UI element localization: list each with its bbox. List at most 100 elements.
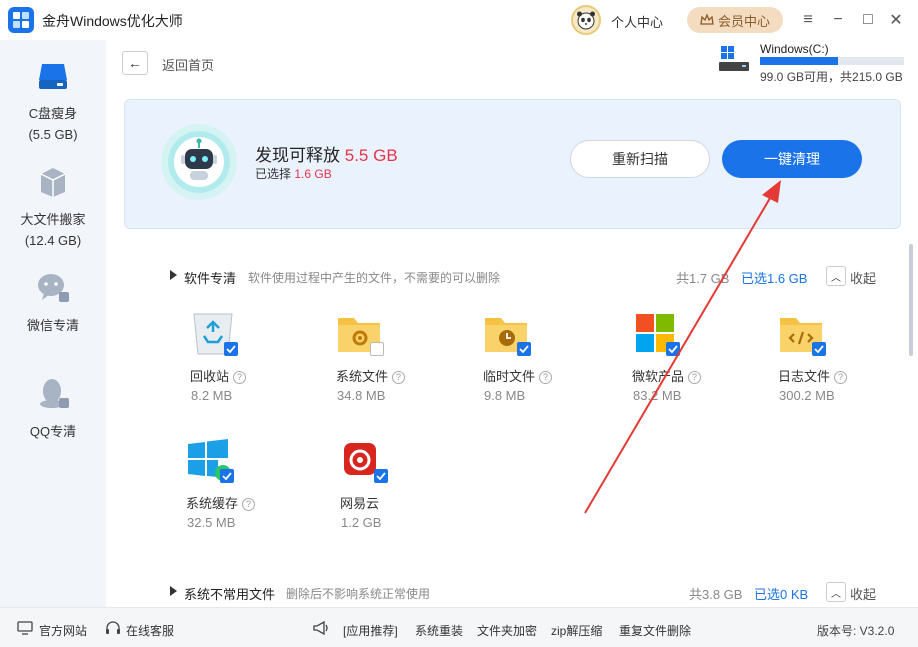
drive-info: 99.0 GB可用，共215.0 GB xyxy=(760,70,903,84)
rescan-button[interactable]: 重新扫描 xyxy=(570,140,710,178)
checkbox[interactable] xyxy=(220,469,234,483)
headset-icon xyxy=(106,621,120,634)
sidebar-item-label: 大文件搬家 xyxy=(20,212,86,227)
drive-usage-fill xyxy=(760,57,838,65)
arrow-left-icon: ← xyxy=(128,55,142,71)
box-icon xyxy=(40,168,66,197)
back-home-link[interactable]: 返回首页 xyxy=(162,55,214,74)
panda-icon xyxy=(577,11,595,30)
item-size: 34.8 MB xyxy=(337,388,386,403)
checkbox[interactable] xyxy=(374,469,388,483)
help-icon[interactable]: ? xyxy=(834,371,848,384)
checkbox[interactable] xyxy=(666,342,680,356)
sidebar-item-wechat[interactable]: 微信专清 xyxy=(0,270,106,336)
footer-link-zip[interactable]: zip解压缩 xyxy=(551,622,602,639)
collapse-button[interactable]: ︿ xyxy=(826,582,846,602)
checkbox[interactable] xyxy=(370,342,384,356)
help-icon[interactable]: ? xyxy=(688,371,702,384)
footer-link-duplicate-files[interactable]: 重复文件删除 xyxy=(619,622,691,639)
online-service-link[interactable]: 在线客服 xyxy=(126,622,174,639)
close-icon[interactable]: ✕ xyxy=(886,10,906,30)
section-header-system-unused[interactable]: 系统不常用文件 删除后不影响系统正常使用 共3.8 GB 已选0 KB ︿ 收起 xyxy=(106,582,906,602)
section-header-software[interactable]: 软件专清 软件使用过程中产生的文件，不需要的可以删除 共1.7 GB 已选1.6… xyxy=(106,266,906,286)
app-title: 金舟Windows优化大师 xyxy=(42,13,183,29)
section-selected: 已选0 KB xyxy=(754,587,809,602)
app-recommend-label: [应用推荐] xyxy=(343,624,398,638)
item-name: 系统文件? xyxy=(336,366,406,385)
maximize-icon[interactable]: □ xyxy=(858,10,878,30)
app-logo-icon xyxy=(8,7,34,33)
windows-drive-icon xyxy=(719,46,749,71)
sidebar-item-label: C盘瘦身 xyxy=(28,106,78,121)
help-icon[interactable]: ? xyxy=(392,371,406,384)
avatar[interactable] xyxy=(571,5,601,35)
check-icon xyxy=(222,472,232,480)
sidebar-item-qq[interactable]: QQ专清 xyxy=(0,376,106,442)
checkbox[interactable] xyxy=(224,342,238,356)
help-icon[interactable]: ? xyxy=(233,371,247,384)
item-name: 回收站? xyxy=(190,366,247,385)
wechat-icon xyxy=(38,274,69,302)
nav-row: ← 返回首页 Windows(C:) 99.0 GB可用，共215.0 GB xyxy=(106,40,918,96)
sidebar-item-label: QQ专清 xyxy=(29,424,77,439)
chevron-up-icon: ︿ xyxy=(831,272,841,284)
check-icon xyxy=(814,345,824,353)
item-name: 临时文件? xyxy=(483,366,553,385)
footer-link-system-reinstall[interactable]: 系统重装 xyxy=(415,622,463,639)
monitor-icon xyxy=(17,621,33,635)
item-size: 9.8 MB xyxy=(484,388,526,403)
section-title: 系统不常用文件 xyxy=(184,587,276,602)
triangle-right-icon xyxy=(170,270,177,280)
official-site-link[interactable]: 官方网站 xyxy=(39,622,87,639)
item-size: 83.2 MB xyxy=(633,388,682,403)
section-title: 软件专清 xyxy=(184,271,237,286)
menu-icon[interactable]: ≡ xyxy=(798,10,818,30)
drive-name: Windows(C:) xyxy=(760,42,829,56)
qq-icon xyxy=(40,379,69,408)
footer-link-folder-encrypt[interactable]: 文件夹加密 xyxy=(477,622,537,639)
help-icon[interactable]: ? xyxy=(242,498,256,511)
sidebar: C盘瘦身 (5.5 GB) 大文件搬家 (12.4 GB) 微信专清 QQ专清 xyxy=(0,40,106,607)
scrollbar[interactable] xyxy=(909,244,913,356)
drive-icon xyxy=(39,64,67,89)
personal-center-link[interactable]: 个人中心 xyxy=(611,12,663,31)
vip-center-button[interactable]: 会员中心 xyxy=(687,7,783,33)
check-icon xyxy=(226,345,236,353)
item-name: 微软产品? xyxy=(632,366,702,385)
megaphone-icon xyxy=(313,620,328,636)
scan-result-banner: 发现可释放 5.5 GB 已选择 1.6 GB 重新扫描 一键清理 xyxy=(124,99,901,229)
section-selected: 已选1.6 GB xyxy=(741,271,808,286)
triangle-right-icon xyxy=(170,586,177,596)
collapse-label[interactable]: 收起 xyxy=(850,268,876,287)
item-size: 300.2 MB xyxy=(779,388,835,403)
collapse-label[interactable]: 收起 xyxy=(850,584,876,603)
check-icon xyxy=(668,345,678,353)
sidebar-item-c-drive[interactable]: C盘瘦身 (5.5 GB) xyxy=(0,58,106,145)
section-desc: 软件使用过程中产生的文件，不需要的可以删除 xyxy=(248,271,501,285)
sidebar-item-sub: (12.4 GB) xyxy=(24,233,82,248)
drive-usage-bar xyxy=(760,57,904,65)
item-size: 32.5 MB xyxy=(187,515,236,530)
one-click-clean-button[interactable]: 一键清理 xyxy=(722,140,862,178)
sidebar-item-large-files[interactable]: 大文件搬家 (12.4 GB) xyxy=(0,164,106,251)
item-size: 1.2 GB xyxy=(341,515,382,530)
title-bar: 金舟Windows优化大师 个人中心 会员中心 ≡ − □ ✕ xyxy=(0,0,918,40)
found-value: 5.5 GB xyxy=(344,146,398,165)
item-name: 网易云 xyxy=(340,496,380,511)
footer: 官方网站 在线客服 [应用推荐] 系统重装 文件夹加密 zip解压缩 重复文件删… xyxy=(0,607,918,647)
help-icon[interactable]: ? xyxy=(539,371,553,384)
sidebar-item-sub: (5.5 GB) xyxy=(28,127,78,142)
selected-value: 1.6 GB xyxy=(294,167,332,181)
section-total: 共1.7 GB xyxy=(676,271,730,286)
item-size: 8.2 MB xyxy=(191,388,233,403)
check-icon xyxy=(519,345,529,353)
item-name: 系统缓存? xyxy=(186,493,256,512)
item-name: 日志文件? xyxy=(778,366,848,385)
collapse-button[interactable]: ︿ xyxy=(826,266,846,286)
check-icon xyxy=(376,472,386,480)
back-button[interactable]: ← xyxy=(122,51,148,75)
section-desc: 删除后不影响系统正常使用 xyxy=(286,587,431,601)
checkbox[interactable] xyxy=(812,342,826,356)
checkbox[interactable] xyxy=(517,342,531,356)
minimize-icon[interactable]: − xyxy=(828,10,848,30)
